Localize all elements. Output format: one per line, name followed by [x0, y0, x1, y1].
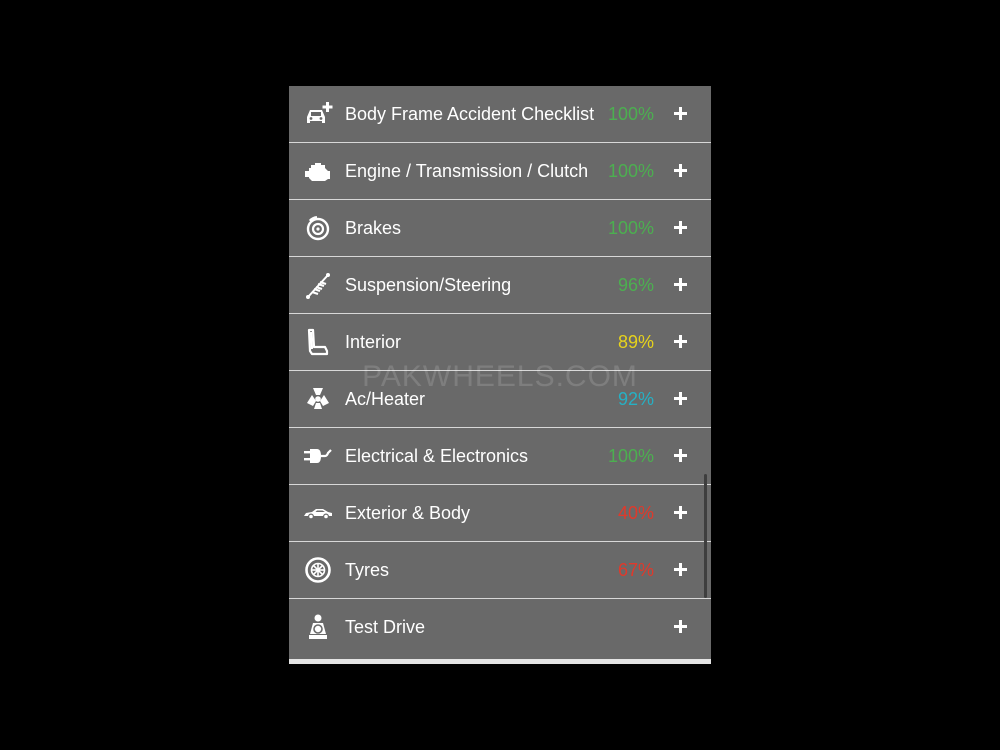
- checklist-item-label: Ac/Heater: [345, 389, 426, 409]
- checklist-item-percent: 40%: [617, 503, 654, 523]
- checklist-item-label: Interior: [345, 332, 402, 352]
- checklist-item-label: Suspension/Steering: [345, 275, 512, 295]
- driver-icon: [303, 612, 333, 642]
- checklist-item-label: Body Frame Accident Checklist: [345, 104, 595, 124]
- checklist-item-percent: 100%: [607, 161, 654, 181]
- checklist-item-label: Engine / Transmission / Clutch: [345, 161, 589, 181]
- checklist-item-label: Test Drive: [345, 617, 426, 637]
- checklist-item-brakes[interactable]: Brakes 100%: [289, 200, 711, 257]
- plug-icon: [303, 441, 333, 471]
- checklist-item-percent: 67%: [617, 560, 654, 580]
- checklist-item-percent: 100%: [607, 218, 654, 238]
- car-plus-icon: [303, 99, 333, 129]
- expand-plus-icon[interactable]: [674, 164, 688, 178]
- checklist-item-label: Exterior & Body: [345, 503, 471, 523]
- inspection-checklist-panel: Body Frame Accident Checklist 100% Engin…: [289, 86, 711, 664]
- checklist-item-label: Tyres: [345, 560, 390, 580]
- checklist-item-interior[interactable]: Interior 89%: [289, 314, 711, 371]
- tyre-icon: [303, 555, 333, 585]
- checklist-item-percent: 92%: [617, 389, 654, 409]
- checklist-item-body-frame[interactable]: Body Frame Accident Checklist 100%: [289, 86, 711, 143]
- car-side-icon: [303, 498, 333, 528]
- expand-plus-icon[interactable]: [674, 392, 688, 406]
- expand-plus-icon[interactable]: [674, 449, 688, 463]
- fan-icon: [303, 384, 333, 414]
- expand-plus-icon[interactable]: [674, 563, 688, 577]
- panel-bottom-edge: [289, 659, 711, 664]
- engine-icon: [303, 156, 333, 186]
- brake-disc-icon: [303, 213, 333, 243]
- expand-plus-icon[interactable]: [674, 107, 688, 121]
- checklist-item-label: Electrical & Electronics: [345, 446, 529, 466]
- checklist-item-percent: 89%: [617, 332, 654, 352]
- suspension-spring-icon: [303, 270, 333, 300]
- checklist-item-tyres[interactable]: Tyres 67%: [289, 542, 711, 599]
- scrollbar[interactable]: [704, 474, 707, 598]
- checklist-item-ac-heater[interactable]: Ac/Heater 92%: [289, 371, 711, 428]
- expand-plus-icon[interactable]: [674, 506, 688, 520]
- expand-plus-icon[interactable]: [674, 278, 688, 292]
- checklist-item-engine[interactable]: Engine / Transmission / Clutch 100%: [289, 143, 711, 200]
- expand-plus-icon[interactable]: [674, 335, 688, 349]
- checklist-item-percent: 100%: [607, 446, 654, 466]
- checklist-item-test-drive[interactable]: Test Drive: [289, 599, 711, 655]
- checklist-item-percent: 100%: [607, 104, 654, 124]
- expand-plus-icon[interactable]: [674, 620, 688, 634]
- checklist-item-suspension[interactable]: Suspension/Steering 96%: [289, 257, 711, 314]
- checklist-item-percent: 96%: [617, 275, 654, 295]
- checklist-item-exterior[interactable]: Exterior & Body 40%: [289, 485, 711, 542]
- expand-plus-icon[interactable]: [674, 221, 688, 235]
- checklist-item-electrical[interactable]: Electrical & Electronics 100%: [289, 428, 711, 485]
- checklist-item-label: Brakes: [345, 218, 402, 238]
- car-seat-icon: [303, 327, 333, 357]
